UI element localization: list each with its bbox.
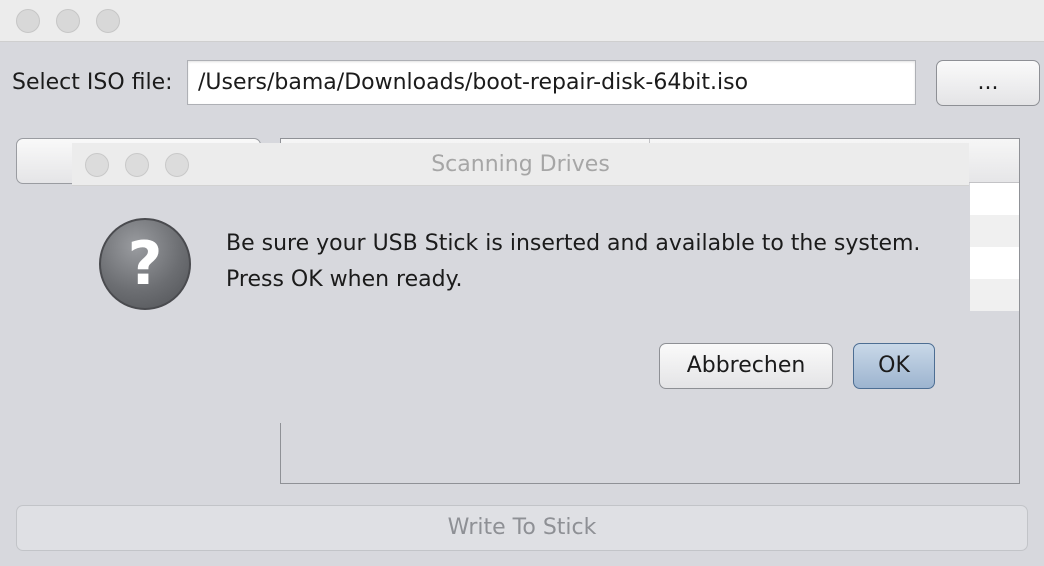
cancel-button[interactable]: Abbrechen: [659, 343, 833, 389]
iso-path-input[interactable]: /Users/bama/Downloads/boot-repair-disk-6…: [187, 60, 916, 105]
ok-button[interactable]: OK: [853, 343, 935, 389]
browse-button[interactable]: ...: [936, 60, 1040, 106]
window-minimize-button[interactable]: [56, 9, 80, 33]
question-icon: ?: [99, 218, 191, 310]
window-close-button[interactable]: [16, 9, 40, 33]
dialog-message-line-2: Press OK when ready.: [226, 267, 463, 292]
main-window-titlebar: [0, 0, 1044, 42]
list-row[interactable]: [970, 247, 1019, 279]
list-row[interactable]: [970, 279, 1019, 311]
iso-file-label: Select ISO file:: [12, 70, 173, 95]
list-row[interactable]: [970, 215, 1019, 247]
dialog-message-line-1: Be sure your USB Stick is inserted and a…: [226, 231, 921, 256]
window-zoom-button[interactable]: [96, 9, 120, 33]
dialog-title: Scanning Drives: [431, 152, 610, 177]
list-row[interactable]: [970, 183, 1019, 215]
write-to-stick-button[interactable]: Write To Stick: [16, 505, 1028, 551]
